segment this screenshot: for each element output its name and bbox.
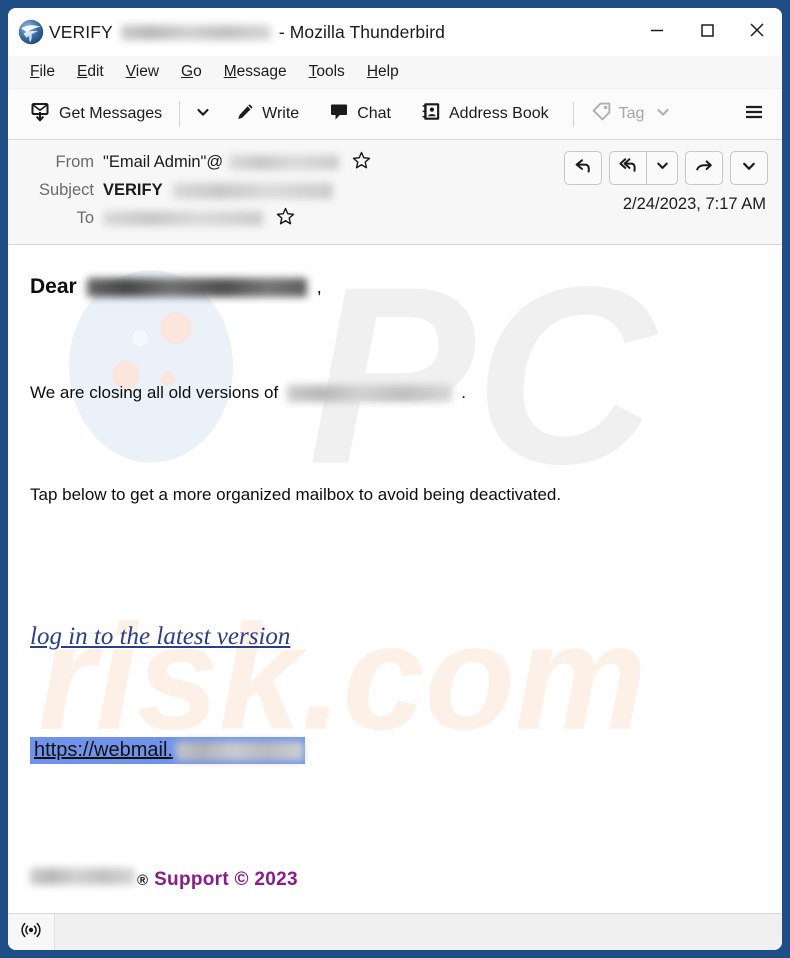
address-book-icon — [421, 101, 442, 127]
to-label: To — [76, 209, 94, 227]
minimize-button[interactable] — [632, 8, 682, 56]
greeting-email-redacted — [86, 277, 307, 297]
thunderbird-logo-icon — [18, 19, 44, 45]
closing-line: We are closing all old versions of . — [30, 383, 760, 403]
selected-url-text[interactable]: https://webmail. — [30, 737, 305, 764]
menu-view[interactable]: View — [116, 61, 171, 83]
footer-domain-redacted — [30, 868, 135, 885]
menu-go[interactable]: Go — [171, 61, 214, 83]
reply-all-button-group — [609, 151, 678, 185]
titlebar: VERIFY - Mozilla Thunderbird — [8, 8, 782, 56]
menu-message[interactable]: Message — [214, 61, 299, 83]
maximize-icon — [697, 20, 717, 45]
window-frame: VERIFY - Mozilla Thunderbird File Edit V… — [0, 0, 790, 958]
hamburger-menu-icon — [742, 100, 766, 129]
closing-period: . — [461, 383, 466, 402]
closing-text: We are closing all old versions of — [30, 383, 279, 402]
footer-support-text: Support © 2023 — [154, 869, 298, 890]
star-icon-to[interactable] — [276, 207, 295, 231]
reply-button[interactable] — [564, 151, 602, 185]
window-title-prefix: VERIFY — [49, 21, 113, 42]
message-action-buttons — [564, 151, 768, 185]
pencil-icon — [235, 102, 255, 127]
reply-icon — [573, 156, 593, 181]
menu-tools[interactable]: Tools — [299, 61, 357, 83]
message-body-content: Dear , We are closing all old versions o… — [8, 245, 782, 764]
message-header: From "Email Admin"@ Subject VERIFY To 2/… — [8, 140, 782, 245]
write-label: Write — [262, 105, 300, 122]
chat-label: Chat — [357, 105, 391, 122]
window-title-suffix: - Mozilla Thunderbird — [278, 21, 445, 42]
from-address-text: "Email Admin"@ — [103, 153, 224, 171]
get-messages-button[interactable]: Get Messages — [22, 96, 170, 133]
login-latest-version-link[interactable]: log in to the latest version — [30, 623, 290, 651]
star-icon-from[interactable] — [352, 151, 371, 175]
toolbar-separator-2 — [572, 101, 574, 127]
email-footer: ® Support © 2023 — [30, 868, 298, 891]
chevron-down-icon — [195, 104, 211, 125]
close-icon — [746, 19, 768, 46]
tag-button[interactable]: Tag — [583, 96, 680, 132]
broadcast-online-icon — [20, 920, 42, 945]
message-date: 2/24/2023, 7:17 AM — [622, 195, 766, 213]
write-button[interactable]: Write — [227, 97, 307, 132]
main-toolbar: Get Messages Write Chat Address Book Tag — [8, 89, 782, 140]
menu-edit[interactable]: Edit — [67, 61, 116, 83]
chevron-down-icon — [655, 158, 670, 178]
maximize-button[interactable] — [682, 8, 732, 56]
window-controls — [632, 8, 782, 56]
subject-redacted — [172, 182, 333, 199]
to-redacted — [103, 211, 263, 226]
from-value[interactable]: "Email Admin"@ — [103, 151, 371, 175]
get-messages-dropdown-button[interactable] — [189, 98, 217, 131]
url-visible-text: https://webmail. — [34, 739, 173, 761]
more-actions-button[interactable] — [730, 151, 768, 185]
chevron-down-icon — [655, 104, 671, 125]
url-wrapper: https://webmail. — [30, 737, 760, 764]
to-value[interactable] — [103, 207, 295, 231]
window-title-redacted-domain — [120, 24, 271, 40]
address-book-label: Address Book — [449, 105, 549, 122]
tap-instruction-line: Tap below to get a more organized mailbo… — [30, 485, 562, 504]
forward-button[interactable] — [685, 151, 723, 185]
minimize-icon — [647, 20, 667, 45]
window-title: VERIFY - Mozilla Thunderbird — [49, 22, 445, 43]
menubar: File Edit View Go Message Tools Help — [8, 56, 782, 89]
chevron-down-icon — [741, 158, 757, 179]
address-book-button[interactable]: Address Book — [413, 96, 557, 132]
close-button[interactable] — [732, 8, 782, 56]
greeting-text: Dear — [30, 275, 77, 298]
subject-value: VERIFY — [103, 181, 333, 200]
greeting-comma: , — [316, 276, 322, 297]
chat-bubble-icon — [329, 101, 350, 127]
subject-text: VERIFY — [103, 181, 163, 199]
get-messages-label: Get Messages — [59, 105, 163, 122]
greeting-line: Dear , — [30, 275, 760, 299]
url-domain-redacted — [175, 740, 304, 761]
phish-link-wrapper: log in to the latest version — [30, 623, 760, 737]
from-domain-redacted — [229, 155, 340, 170]
reply-all-button[interactable] — [610, 152, 646, 184]
tag-label: Tag — [618, 105, 645, 122]
reply-all-dropdown-button[interactable] — [646, 152, 677, 184]
tag-icon — [591, 101, 612, 127]
from-label: From — [55, 153, 95, 171]
toolbar-separator-1 — [179, 101, 181, 127]
forward-icon — [694, 156, 714, 181]
chat-button[interactable]: Chat — [321, 96, 399, 132]
get-messages-icon — [30, 101, 52, 128]
reply-all-icon — [618, 155, 639, 181]
menu-file[interactable]: File — [20, 61, 67, 83]
closing-domain-redacted — [287, 384, 453, 402]
thunderbird-window: VERIFY - Mozilla Thunderbird File Edit V… — [8, 8, 782, 950]
subject-label: Subject — [38, 181, 94, 199]
connection-status-cell[interactable] — [8, 914, 55, 950]
menu-help[interactable]: Help — [357, 61, 411, 83]
message-body: PC risk.com Dear , We are closing all ol… — [8, 245, 782, 913]
statusbar — [8, 913, 782, 950]
registered-mark: ® — [137, 872, 149, 889]
app-menu-button[interactable] — [736, 94, 772, 135]
